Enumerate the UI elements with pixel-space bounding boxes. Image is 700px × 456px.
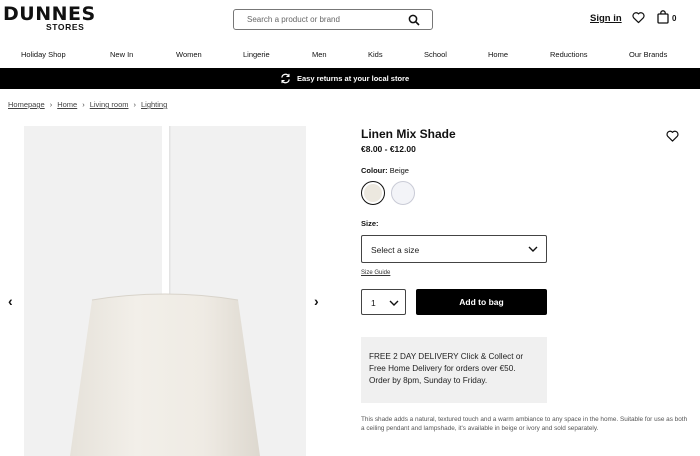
size-select[interactable]: Select a size: [361, 235, 547, 263]
nav-our-brands[interactable]: Our Brands: [629, 50, 667, 59]
swatch-beige[interactable]: [361, 181, 385, 205]
wishlist-heart-icon[interactable]: [632, 11, 645, 24]
nav-men[interactable]: Men: [312, 50, 327, 59]
nav-women[interactable]: Women: [176, 50, 202, 59]
search-placeholder: Search a product or brand: [247, 15, 340, 24]
banner-text: Easy returns at your local store: [297, 74, 410, 83]
nav-home[interactable]: Home: [488, 50, 508, 59]
product-description: This shade adds a natural, textured touc…: [361, 416, 688, 432]
chevron-down-icon: [389, 300, 399, 306]
returns-banner[interactable]: Easy returns at your local store: [0, 68, 700, 89]
delivery-line: FREE 2 DAY DELIVERY Click & Collect or: [369, 352, 524, 361]
chevron-right-icon: ›: [49, 100, 53, 109]
dunnes-logo[interactable]: DUNNES STORES: [3, 5, 96, 32]
size-select-value: Select a size: [371, 245, 420, 255]
breadcrumb: Homepage › Home › Living room › Lighting: [8, 100, 167, 109]
delivery-info-box: FREE 2 DAY DELIVERY Click & Collect or F…: [361, 337, 547, 403]
breadcrumb-living-room[interactable]: Living room: [90, 100, 129, 109]
breadcrumb-lighting[interactable]: Lighting: [141, 100, 167, 109]
shopping-bag-icon[interactable]: [657, 10, 669, 24]
prev-image-arrow[interactable]: ‹: [8, 293, 13, 309]
delivery-line: Free Home Delivery for orders over €50.: [369, 364, 516, 373]
add-to-bag-button[interactable]: Add to bag: [416, 289, 547, 315]
delivery-line: Order by 8pm, Sunday to Friday.: [369, 376, 488, 385]
next-image-arrow[interactable]: ›: [314, 293, 319, 309]
chevron-down-icon: [528, 246, 538, 252]
returns-icon: [281, 73, 290, 84]
product-price: €8.00 - €12.00: [361, 144, 416, 154]
size-label: Size:: [361, 219, 379, 228]
bag-count: 0: [672, 14, 677, 23]
breadcrumb-home[interactable]: Home: [57, 100, 77, 109]
chevron-right-icon: ›: [133, 100, 137, 109]
swatch-ivory[interactable]: [391, 181, 415, 205]
size-guide-link[interactable]: Size Guide: [361, 270, 390, 276]
colour-selection: Colour: Beige: [361, 166, 409, 175]
breadcrumb-homepage[interactable]: Homepage: [8, 100, 45, 109]
lampshade-illustration: [70, 126, 260, 456]
logo-sub-text: STORES: [46, 22, 85, 32]
nav-new-in[interactable]: New In: [110, 50, 133, 59]
search-input[interactable]: Search a product or brand: [233, 9, 433, 30]
nav-lingerie[interactable]: Lingerie: [243, 50, 270, 59]
quantity-select[interactable]: 1: [361, 289, 406, 315]
add-to-wishlist-heart-icon[interactable]: [666, 130, 679, 142]
product-image[interactable]: [24, 126, 306, 456]
quantity-value: 1: [371, 298, 376, 308]
add-to-bag-label: Add to bag: [459, 297, 504, 307]
nav-holiday-shop[interactable]: Holiday Shop: [21, 50, 66, 59]
search-icon[interactable]: [408, 14, 420, 26]
nav-reductions[interactable]: Reductions: [550, 50, 588, 59]
product-title: Linen Mix Shade: [361, 127, 456, 141]
colour-value: Beige: [389, 166, 409, 175]
main-nav: Holiday Shop New In Women Lingerie Men K…: [0, 47, 700, 63]
nav-kids[interactable]: Kids: [368, 50, 383, 59]
chevron-right-icon: ›: [82, 100, 85, 109]
nav-school[interactable]: School: [424, 50, 447, 59]
colour-label: Colour:: [361, 166, 388, 175]
site-header: DUNNES STORES Search a product or brand …: [0, 0, 700, 40]
sign-in-link[interactable]: Sign in: [590, 13, 622, 24]
